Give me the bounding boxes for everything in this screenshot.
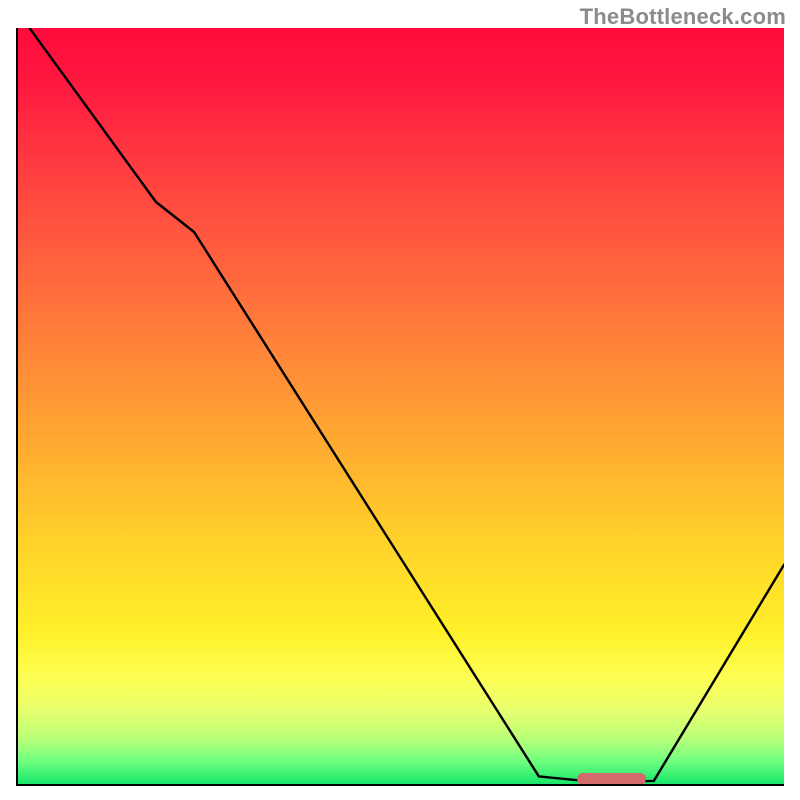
bottleneck-curve xyxy=(18,28,784,784)
optimal-marker xyxy=(577,773,646,785)
chart-container: TheBottleneck.com xyxy=(0,0,800,800)
plot-area xyxy=(16,28,784,786)
watermark-text: TheBottleneck.com xyxy=(580,4,786,30)
